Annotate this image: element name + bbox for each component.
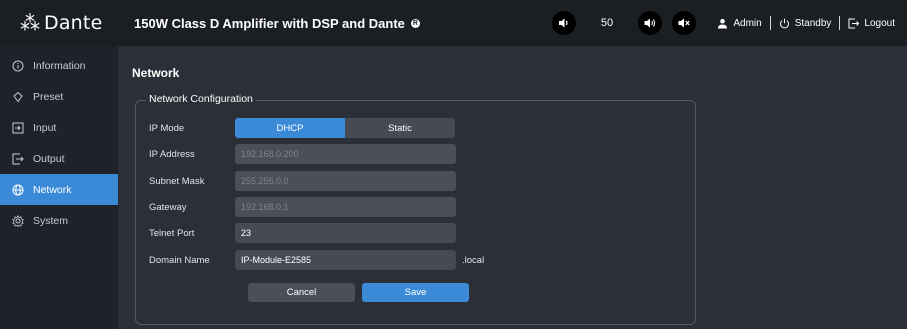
output-icon bbox=[12, 153, 24, 165]
power-icon bbox=[779, 18, 789, 28]
device-title: 150W Class D Amplifier with DSP and Dant… bbox=[134, 16, 420, 31]
telnet-port-row: Telnet Port bbox=[149, 223, 456, 243]
sidebar-item-system[interactable]: System bbox=[0, 205, 118, 236]
subnet-mask-label: Subnet Mask bbox=[149, 175, 205, 187]
gateway-label: Gateway bbox=[149, 201, 187, 213]
registered-mark: R bbox=[410, 18, 420, 28]
sidebar-item-label: Information bbox=[33, 59, 86, 72]
mute-button[interactable] bbox=[672, 11, 696, 35]
telnet-port-label: Telnet Port bbox=[149, 227, 195, 239]
top-header: 150W Class D Amplifier with DSP and Dant… bbox=[118, 0, 907, 46]
subnet-mask-field[interactable] bbox=[235, 171, 456, 191]
gateway-field[interactable] bbox=[235, 197, 456, 217]
sidebar-item-input[interactable]: Input bbox=[0, 112, 118, 143]
cancel-button[interactable]: Cancel bbox=[248, 283, 355, 302]
sidebar-item-output[interactable]: Output bbox=[0, 143, 118, 174]
subnet-mask-row: Subnet Mask bbox=[149, 171, 456, 191]
sidebar-item-label: Input bbox=[33, 121, 57, 134]
telnet-port-field[interactable] bbox=[235, 223, 456, 243]
ip-mode-toggle: DHCP Static bbox=[235, 118, 455, 138]
volume-value: 50 bbox=[600, 17, 614, 29]
gateway-row: Gateway bbox=[149, 197, 456, 217]
domain-name-field[interactable] bbox=[235, 250, 456, 270]
volume-up-button[interactable] bbox=[638, 11, 662, 35]
ip-mode-row: IP Mode DHCP Static bbox=[149, 118, 455, 138]
user-name: Admin bbox=[733, 17, 762, 29]
save-button[interactable]: Save bbox=[362, 283, 469, 302]
main-content: Network Network Configuration IP Mode DH… bbox=[118, 46, 907, 329]
speaker-low-icon bbox=[559, 18, 568, 28]
header-divider bbox=[839, 16, 841, 30]
device-title-text: 150W Class D Amplifier with DSP and Dant… bbox=[134, 15, 405, 31]
input-icon bbox=[12, 122, 24, 134]
domain-suffix: .local bbox=[462, 254, 485, 266]
network-configuration-panel: Network Configuration IP Mode DHCP Stati… bbox=[135, 93, 696, 325]
user-menu[interactable]: Admin bbox=[717, 17, 762, 29]
info-icon bbox=[12, 60, 24, 72]
page-title: Network bbox=[132, 66, 180, 80]
speaker-high-icon bbox=[644, 18, 656, 28]
logout-label: Logout bbox=[864, 17, 895, 29]
network-icon bbox=[12, 184, 24, 196]
sidebar: ⁂ Dante Information Preset Input Output … bbox=[0, 0, 118, 329]
ip-mode-label: IP Mode bbox=[149, 122, 185, 134]
preset-icon bbox=[12, 91, 24, 103]
domain-name-label: Domain Name bbox=[149, 254, 210, 266]
sidebar-item-label: Preset bbox=[33, 90, 64, 103]
header-divider bbox=[769, 16, 771, 30]
logout-button[interactable]: Logout bbox=[848, 18, 895, 29]
user-icon bbox=[718, 18, 728, 28]
volume-down-button[interactable] bbox=[552, 11, 576, 35]
ip-address-field[interactable] bbox=[235, 144, 456, 164]
logout-icon bbox=[848, 18, 860, 28]
static-option[interactable]: Static bbox=[345, 118, 455, 138]
domain-name-row: Domain Name .local bbox=[149, 250, 484, 270]
standby-label: Standby bbox=[794, 17, 832, 29]
dhcp-option[interactable]: DHCP bbox=[235, 118, 345, 138]
standby-button[interactable]: Standby bbox=[779, 17, 832, 29]
sidebar-item-label: System bbox=[33, 214, 69, 227]
ip-address-label: IP Address bbox=[149, 148, 195, 160]
speaker-mute-icon bbox=[678, 18, 690, 28]
sidebar-nav: Information Preset Input Output Network … bbox=[0, 50, 118, 236]
sidebar-item-label: Output bbox=[33, 152, 65, 165]
system-icon bbox=[12, 214, 24, 227]
section-title: Network Configuration bbox=[146, 93, 256, 105]
sidebar-item-network[interactable]: Network bbox=[0, 174, 118, 205]
sidebar-item-preset[interactable]: Preset bbox=[0, 81, 118, 112]
app-window: ⁂ Dante Information Preset Input Output … bbox=[0, 0, 907, 329]
sidebar-item-information[interactable]: Information bbox=[0, 50, 118, 81]
header-user-actions: Admin Standby Logout bbox=[717, 0, 895, 46]
dante-logo-text: Dante bbox=[44, 12, 103, 34]
volume-controls: 50 bbox=[552, 11, 696, 35]
ip-address-row: IP Address bbox=[149, 144, 456, 164]
dante-logo: ⁂ Dante bbox=[0, 0, 118, 46]
dante-logo-mark: ⁂ bbox=[20, 11, 40, 35]
sidebar-item-label: Network bbox=[33, 183, 72, 196]
